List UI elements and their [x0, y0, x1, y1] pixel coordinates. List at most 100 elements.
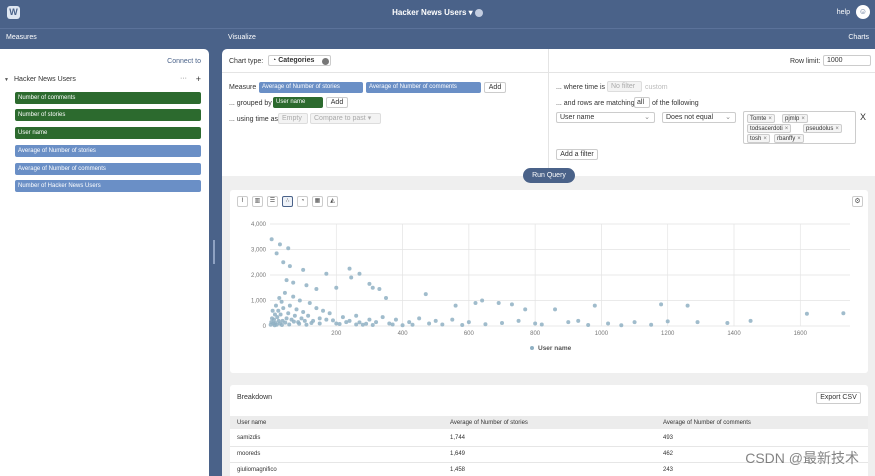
scatter-point [269, 237, 274, 242]
filter-value-tag[interactable]: pjmlp × [782, 114, 808, 123]
add-measure-button[interactable]: Add [484, 82, 506, 93]
scatter-point [427, 321, 432, 326]
column-header-avg-stories[interactable]: Average of Number of stories [450, 420, 528, 426]
remove-tag-icon[interactable]: × [835, 126, 839, 132]
line-chart-icon[interactable]: ⌇ [237, 196, 248, 207]
scatter-point [367, 317, 372, 322]
y-tick-label: 1,000 [251, 299, 267, 305]
scatter-point [274, 251, 279, 256]
scatter-point [347, 266, 352, 271]
filter-field-select[interactable]: User name ⌄ [556, 112, 655, 123]
area-chart-icon[interactable]: ◭ [327, 196, 338, 207]
scatter-point [277, 242, 282, 247]
filter-value-tag[interactable]: pseudolus × [803, 124, 842, 133]
scatter-point [294, 307, 299, 312]
column-header-user-name[interactable]: User name [237, 420, 266, 426]
scatter-point [377, 287, 382, 292]
scatter-point [273, 303, 278, 308]
run-query-button[interactable]: Run Query [523, 168, 575, 183]
connect-to-link[interactable]: Connect to [167, 58, 201, 65]
gear-icon[interactable]: ⚙ [852, 196, 863, 207]
dataset-selector[interactable]: Hacker News Users ▾ [0, 8, 875, 17]
dimension-number-of-stories[interactable]: Number of stories [15, 109, 201, 121]
filter-values-box[interactable]: Tomte × pjmlp × todsacerdoti × pseudolus × t… [743, 111, 856, 144]
table-icon[interactable]: ▦ [312, 196, 323, 207]
scatter-point [460, 322, 465, 327]
export-csv-button[interactable]: Export CSV [816, 392, 861, 404]
dataset-tree-header[interactable]: ▼ Hacker News Users ··· + [4, 74, 204, 86]
scatter-point [632, 320, 637, 325]
scatter-point [327, 311, 332, 316]
measure-avg-comments[interactable]: Average of Number of comments [15, 163, 201, 175]
measure-count-users[interactable]: Number of Hacker News Users [15, 180, 201, 192]
row-limit-input[interactable]: 1000 [823, 55, 871, 66]
filter-operator-value: Does not equal [666, 114, 714, 121]
filter-value-tag[interactable]: tosh × [747, 134, 770, 143]
help-link[interactable]: help [837, 9, 850, 16]
scatter-point [270, 308, 275, 313]
time-field-select[interactable]: Empty [278, 113, 308, 124]
bar-chart-icon[interactable]: ▥ [252, 196, 263, 207]
filter-value-text: Tomte [750, 116, 767, 122]
scatter-point [340, 315, 345, 320]
time-filter-select[interactable]: No filter [607, 81, 642, 92]
filter-value-tag[interactable]: todsacerdoti × [747, 124, 792, 133]
scatter-point [301, 267, 306, 272]
panel-resize-handle[interactable] [213, 240, 215, 264]
scatter-point [309, 320, 314, 325]
remove-tag-icon[interactable]: × [763, 136, 767, 142]
collapse-triangle-icon[interactable]: ▼ [4, 77, 9, 83]
scatter-point [306, 313, 311, 318]
scatter-point [269, 316, 274, 321]
scatter-point [304, 283, 309, 288]
filter-value-tag[interactable]: rbanffy × [774, 134, 804, 143]
clear-filter-icon[interactable]: X [860, 112, 866, 122]
remove-tag-icon[interactable]: × [768, 116, 772, 122]
custom-time-link[interactable]: custom [645, 84, 668, 91]
add-field-icon[interactable]: + [196, 74, 201, 84]
scatter-point [292, 313, 297, 318]
filter-value-tag[interactable]: Tomte × [747, 114, 775, 123]
chart-card: ⌇ ▥ ☰ ∴ ◔ ▦ ◭ ⚙ 0 1,000 2,000 3,000 4,000 200… [230, 190, 868, 373]
selected-group-user-name[interactable]: User name [273, 97, 323, 108]
scatter-point [291, 319, 296, 324]
scatter-point [417, 316, 422, 321]
more-options-icon[interactable]: ··· [180, 75, 187, 82]
scatter-chart-icon[interactable]: ∴ [282, 196, 293, 207]
measure-avg-stories[interactable]: Average of Number of stories [15, 145, 201, 157]
pie-chart-icon[interactable]: ◔ [297, 196, 308, 207]
dimension-number-of-comments[interactable]: Number of comments [15, 92, 201, 104]
remove-tag-icon[interactable]: × [785, 126, 789, 132]
selected-measure-avg-comments[interactable]: Average of Number of comments [366, 82, 481, 93]
x-tick-label: 600 [464, 331, 475, 337]
table-header: User name Average of Number of stories A… [230, 416, 868, 429]
add-filter-button[interactable]: Add a filter [556, 149, 598, 160]
compare-to-past-select[interactable]: Compare to past ▾ [310, 113, 381, 124]
cell-avg-stories: 1,744 [450, 435, 466, 441]
match-mode-select[interactable]: all [634, 97, 650, 108]
scatter-point [314, 287, 319, 292]
scatter-point [286, 246, 291, 251]
scatter-point [314, 306, 319, 311]
horizontal-bar-icon[interactable]: ☰ [267, 196, 278, 207]
scatter-point [500, 320, 504, 325]
add-group-button[interactable]: Add [326, 97, 348, 108]
cell-avg-comments: 243 [663, 467, 674, 473]
scatter-point [357, 320, 362, 325]
filter-value-text: pseudolus [806, 126, 834, 132]
filter-field-value: User name [560, 114, 595, 121]
scatter-point [423, 292, 428, 297]
remove-tag-icon[interactable]: × [797, 136, 801, 142]
scatter-point [349, 275, 354, 280]
column-header-avg-comments[interactable]: Average of Number of comments [663, 420, 751, 426]
dimension-user-name[interactable]: User name [15, 127, 201, 139]
scatter-point [287, 322, 292, 327]
user-avatar[interactable]: ☺ [856, 5, 870, 19]
selected-measure-avg-stories[interactable]: Average of Number of stories [259, 82, 363, 93]
filter-operator-select[interactable]: Does not equal ⌄ [662, 112, 736, 123]
cell-user-name: mooreds [237, 451, 261, 457]
scatter-point [400, 323, 405, 328]
remove-tag-icon[interactable]: × [801, 116, 805, 122]
y-tick-label: 0 [263, 324, 267, 330]
charts-link[interactable]: Charts [848, 34, 869, 41]
